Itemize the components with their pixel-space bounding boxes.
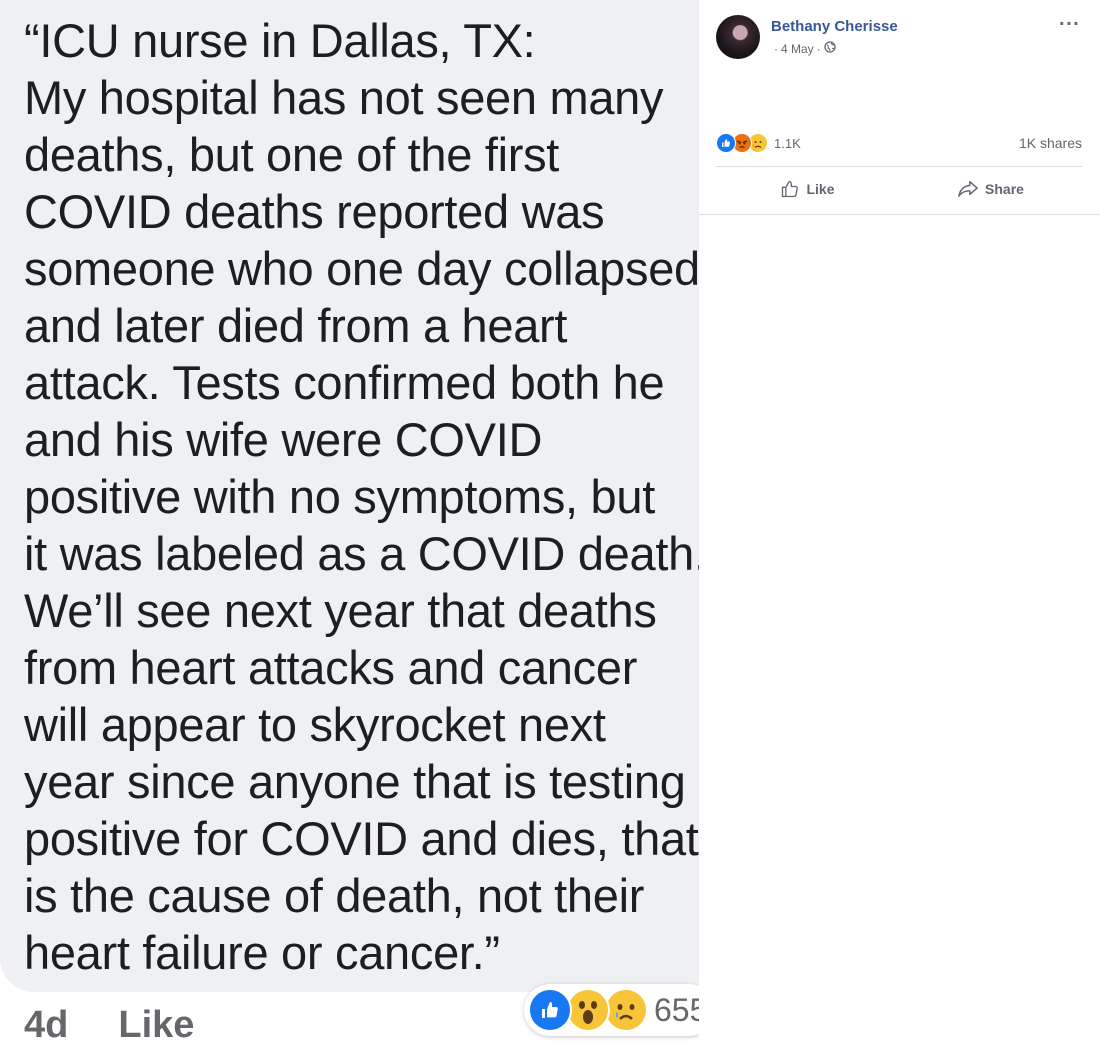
like-icon[interactable] <box>716 133 736 153</box>
comment-line: and his wife were COVID <box>24 413 543 466</box>
comment-line: deaths, but one of the first <box>24 128 560 181</box>
comment-line: is the cause of death, not their <box>24 869 645 922</box>
share-button-label: Share <box>985 181 1024 197</box>
post-actions: Like Share <box>716 170 1082 208</box>
divider <box>716 166 1082 167</box>
comment-like-link[interactable]: Like <box>118 1004 194 1047</box>
author-name[interactable]: Bethany Cherisse <box>771 18 898 35</box>
comment-line: and later died from a heart <box>24 299 568 352</box>
comment-line: someone who one day collapsed <box>24 242 699 295</box>
comment-line: will appear to skyrocket next <box>24 698 606 751</box>
post-date[interactable]: 4 May <box>781 42 814 56</box>
thumbs-up-icon <box>780 179 800 199</box>
screenshot-composite: “ICU nurse in Dallas, TX: My hospital ha… <box>0 0 1100 1061</box>
comment-line: positive with no symptoms, but <box>24 470 655 523</box>
like-icon <box>528 988 572 1032</box>
comment-line: We’ll see next year that deaths <box>24 584 657 637</box>
more-options-button[interactable]: ··· <box>1059 14 1080 33</box>
share-arrow-icon <box>957 179 979 199</box>
comment-text: “ICU nurse in Dallas, TX: My hospital ha… <box>24 12 699 981</box>
sad-icon <box>604 988 648 1032</box>
comment-line: from heart attacks and cancer <box>24 641 638 694</box>
wow-icon <box>566 988 610 1032</box>
comment-timestamp[interactable]: 4d <box>24 1004 68 1047</box>
comment-line: it was labeled as a COVID death. <box>24 527 699 580</box>
comment-bubble: “ICU nurse in Dallas, TX: My hospital ha… <box>0 0 699 992</box>
meta-separator: · <box>774 41 778 56</box>
share-count[interactable]: 1K shares <box>1019 135 1082 151</box>
comment-footer: 4d Like <box>24 1000 194 1050</box>
comment-line: “ICU nurse in Dallas, TX: <box>24 14 536 67</box>
comment-line: My hospital has not seen many <box>24 71 664 124</box>
post-meta: · 4 May · <box>771 41 836 56</box>
comment-line: COVID deaths reported was <box>24 185 605 238</box>
like-button-label: Like <box>806 181 835 197</box>
comment-line: heart failure or cancer.” <box>24 926 500 979</box>
comment-screenshot: “ICU nurse in Dallas, TX: My hospital ha… <box>0 0 699 1061</box>
post-reactions-row: 1.1K 1K shares <box>716 132 1082 154</box>
globe-icon <box>824 41 836 56</box>
comment-reactions[interactable]: 655 <box>524 984 699 1036</box>
comment-reaction-count: 655 <box>654 991 699 1028</box>
meta-separator: · <box>816 41 821 56</box>
like-button[interactable]: Like <box>716 170 899 208</box>
facebook-post: Bethany Cherisse · 4 May · ··· 1.1K 1K s… <box>699 0 1100 215</box>
share-button[interactable]: Share <box>899 170 1082 208</box>
reaction-count[interactable]: 1.1K <box>774 136 801 151</box>
avatar[interactable] <box>716 15 760 59</box>
comment-line: attack. Tests confirmed both he <box>24 356 665 409</box>
comment-line: positive for COVID and dies, that <box>24 812 699 865</box>
comment-line: year since anyone that is testing <box>24 755 686 808</box>
